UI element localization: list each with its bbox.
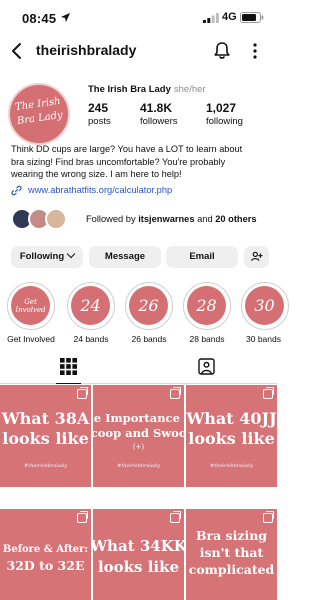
highlight-ring: Get Involved — [7, 282, 55, 330]
followed-by-row[interactable]: Followed by itsjenwarnes and 20 others — [11, 208, 271, 234]
highlight-cover: 28 — [187, 286, 226, 325]
highlight-ring: 28 — [183, 282, 231, 330]
highlight-26-bands[interactable]: 26 26 bands — [122, 282, 176, 344]
post-text: What 40JJ looks like — [186, 409, 277, 448]
stat-label: following — [206, 116, 243, 127]
bell-icon[interactable] — [213, 41, 231, 60]
carousel-icon — [170, 511, 181, 523]
post-tile[interactable]: Bra sizing isn't that complicated — [186, 509, 277, 600]
highlight-label: 24 bands — [73, 334, 109, 344]
post-tile[interactable]: Before & After: 32D to 32E — [0, 509, 91, 600]
post-hashtag: #theirishbralady — [24, 463, 67, 469]
following-button[interactable]: Following — [11, 246, 83, 268]
post-text: Before & After: 32D to 32E — [2, 544, 89, 573]
battery-icon — [240, 12, 264, 23]
post-text: What 34KK looks like — [93, 537, 184, 576]
stat-value: 1,027 — [206, 101, 237, 115]
highlight-label: 28 bands — [189, 334, 225, 344]
carousel-icon — [263, 387, 274, 399]
carousel-icon — [77, 511, 88, 523]
highlight-label: 26 bands — [131, 334, 167, 344]
followed-by-text: Followed by itsjenwarnes and 20 others — [86, 214, 257, 224]
follower-avatar — [45, 208, 67, 230]
highlight-cover: 24 — [71, 286, 110, 325]
stat-followers[interactable]: 41.8K followers — [140, 101, 178, 127]
tab-posts-grid[interactable] — [56, 350, 81, 384]
post-hashtag: #theirishbralady — [210, 463, 253, 469]
post-tile[interactable]: What 34KK looks like — [93, 509, 184, 600]
location-arrow-icon — [60, 12, 71, 23]
grid-icon — [60, 358, 77, 375]
avatar[interactable]: The Irish Bra Lady — [8, 83, 70, 145]
message-button[interactable]: Message — [89, 246, 161, 268]
avatar-logo-text: The Irish Bra Lady — [14, 95, 64, 128]
stat-value: 41.8K — [140, 101, 173, 115]
highlight-get-involved[interactable]: Get Involved Get Involved — [4, 282, 58, 344]
chevron-down-icon — [66, 249, 76, 259]
post-tile[interactable]: What 38A looks like #theirishbralady — [0, 385, 91, 487]
carousel-icon — [170, 387, 181, 399]
status-bar: 08:45 4G — [0, 0, 277, 36]
highlight-28-bands[interactable]: 28 28 bands — [180, 282, 234, 344]
status-time: 08:45 — [22, 11, 57, 26]
signal-icon — [203, 13, 219, 23]
website-link-text: www.abrathatfits.org/calculator.php — [28, 185, 173, 195]
highlight-cover: 26 — [129, 286, 168, 325]
stat-value: 245 — [88, 101, 109, 115]
post-tile[interactable]: What 40JJ looks like #theirishbralady — [186, 385, 277, 487]
highlight-label: 30 bands — [246, 334, 281, 344]
carousel-icon — [77, 387, 88, 399]
add-person-icon — [250, 251, 263, 262]
add-person-button[interactable] — [244, 246, 269, 268]
highlight-cover: 30 — [245, 286, 284, 325]
post-text: What 38A looks like — [1, 409, 90, 448]
top-nav: theirishbralady — [0, 36, 277, 66]
highlight-cover: Get Involved — [11, 286, 50, 325]
bio: Think DD cups are large? You have a LOT … — [11, 144, 243, 179]
highlight-24-bands[interactable]: 24 24 bands — [64, 282, 118, 344]
link-icon — [11, 185, 22, 196]
post-tile[interactable]: he Importance o Scoop and Swoop (+) #the… — [93, 385, 184, 487]
more-vertical-icon[interactable] — [252, 42, 258, 60]
highlight-ring: 24 — [67, 282, 115, 330]
tagged-icon[interactable] — [198, 358, 215, 375]
highlight-ring: 30 — [241, 282, 289, 330]
profile-username: theirishbralady — [36, 42, 137, 58]
highlight-30-bands[interactable]: 30 30 bands — [238, 282, 292, 344]
stat-label: followers — [140, 116, 178, 127]
post-hashtag: #theirishbralady — [117, 463, 160, 469]
highlight-label: Get Involved — [7, 334, 55, 344]
profile-tabs — [0, 350, 277, 384]
highlight-ring: 26 — [125, 282, 173, 330]
display-name: The Irish Bra Lady she/her — [88, 84, 206, 95]
post-text: Bra sizing isn't that complicated — [188, 528, 275, 577]
email-button[interactable]: Email — [166, 246, 238, 268]
carousel-icon — [263, 511, 274, 523]
stat-label: posts — [88, 116, 111, 127]
pronouns: she/her — [173, 84, 206, 95]
back-chevron-icon[interactable] — [10, 42, 24, 60]
post-text: he Importance o Scoop and Swoop (+) — [93, 411, 184, 451]
stat-following[interactable]: 1,027 following — [206, 101, 243, 127]
network-type: 4G — [222, 11, 237, 23]
stat-posts[interactable]: 245 posts — [88, 101, 111, 127]
